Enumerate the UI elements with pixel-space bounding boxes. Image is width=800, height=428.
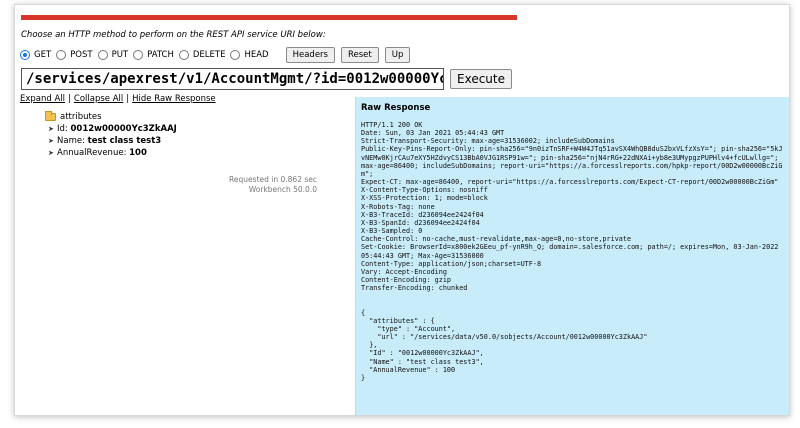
radio-selected-icon[interactable] [20, 50, 30, 60]
expand-all-link[interactable]: Expand All [20, 94, 65, 104]
link-separator: | [126, 94, 130, 104]
method-label: DELETE [192, 50, 226, 60]
requested-time-text: Requested in 0.862 sec [229, 175, 317, 184]
method-label: HEAD [244, 50, 269, 60]
instruction-text: Choose an HTTP method to perform on the … [21, 30, 326, 40]
execute-button[interactable]: Execute [450, 69, 512, 89]
bullet-arrow-icon: ➤ [48, 137, 54, 145]
tree-item-value: 100 [129, 148, 147, 158]
radio-icon[interactable] [230, 50, 241, 60]
method-get-radio[interactable]: GET [20, 50, 51, 60]
tree-item-key: Name: [57, 136, 85, 146]
uri-row: /services/apexrest/v1/AccountMgmt/?id=00… [21, 68, 512, 90]
tree-item-value: 0012w00000Yc3ZkAAJ [70, 124, 177, 134]
up-button[interactable]: Up [384, 47, 411, 63]
raw-response-panel: Raw Response HTTP/1.1 200 OK Date: Sun, … [355, 97, 789, 415]
tree-node-label: attributes [60, 112, 102, 122]
reset-button[interactable]: Reset [340, 47, 379, 63]
http-method-selector: GET POST PUT PATCH DELETE HEAD Headers R… [20, 46, 411, 64]
method-label: PUT [111, 50, 129, 60]
method-post-radio[interactable]: POST [56, 50, 93, 60]
radio-icon[interactable] [178, 50, 189, 60]
header-accent-bar [21, 15, 517, 20]
tree-item: ➤ Id: 0012w00000Yc3ZkAAJ [48, 123, 177, 135]
radio-icon[interactable] [56, 50, 67, 60]
radio-icon[interactable] [97, 50, 108, 60]
response-tree: attributes ➤ Id: 0012w00000Yc3ZkAAJ ➤ Na… [45, 111, 177, 159]
tree-item: ➤ AnnualRevenue: 100 [48, 147, 177, 159]
method-delete-radio[interactable]: DELETE [178, 50, 226, 60]
method-label: GET [34, 50, 52, 60]
headers-button[interactable]: Headers [285, 47, 335, 63]
tree-controls: Expand All | Collapse All | Hide Raw Respons… [20, 94, 216, 104]
method-label: POST [70, 50, 93, 60]
uri-input[interactable]: /services/apexrest/v1/AccountMgmt/?id=00… [21, 68, 444, 90]
tree-item-value: test class test3 [87, 136, 162, 146]
tree-item-key: Id: [57, 124, 68, 134]
workbench-version-text: Workbench 50.0.0 [248, 185, 317, 194]
raw-response-title: Raw Response [361, 103, 431, 113]
folder-icon [45, 111, 56, 121]
tree-item-key: AnnualRevenue: [57, 148, 127, 158]
tree-node-attributes[interactable]: attributes [45, 111, 177, 123]
radio-icon[interactable] [133, 50, 144, 60]
method-put-radio[interactable]: PUT [97, 50, 129, 60]
method-head-radio[interactable]: HEAD [230, 50, 269, 60]
workbench-window: Choose an HTTP method to perform on the … [14, 4, 790, 416]
collapse-all-link[interactable]: Collapse All [74, 94, 123, 104]
bullet-arrow-icon: ➤ [48, 125, 54, 133]
raw-response-body: HTTP/1.1 200 OK Date: Sun, 03 Jan 2021 0… [361, 121, 783, 382]
request-timing: Requested in 0.862 sec Workbench 50.0.0 [215, 175, 317, 195]
method-label: PATCH [147, 50, 174, 60]
method-patch-radio[interactable]: PATCH [133, 50, 174, 60]
hide-raw-response-link[interactable]: Hide Raw Response [132, 94, 216, 104]
link-separator: | [68, 94, 71, 104]
bullet-arrow-icon: ➤ [48, 149, 54, 157]
tree-item: ➤ Name: test class test3 [48, 135, 177, 147]
